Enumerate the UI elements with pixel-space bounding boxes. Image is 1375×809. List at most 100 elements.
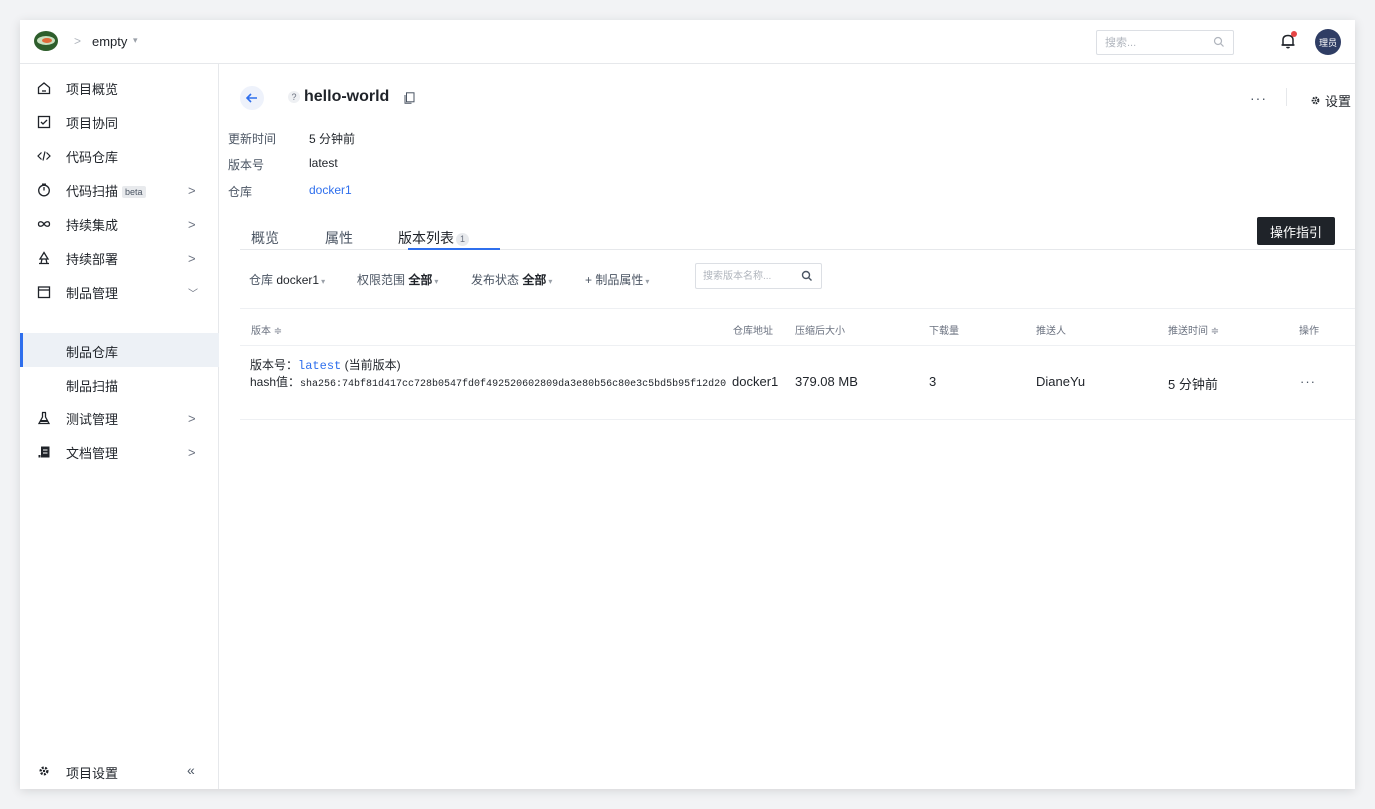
sidebar-item-label: 代码仓库 (66, 149, 119, 165)
operation-guide-button[interactable]: 操作指引 (1257, 217, 1335, 245)
sidebar-item-ci[interactable]: 持续集成 > (20, 207, 219, 241)
sidebar-item-artifacts[interactable]: 制品管理 ﹀ (20, 275, 219, 309)
app-window: > empty ▾ 理员 项目概览 项目协同 代码仓库 (20, 20, 1355, 789)
version-value: latest (309, 156, 338, 170)
column-header-push-time[interactable]: 推送时间 ≑ (1168, 322, 1219, 337)
tab-versions[interactable]: 版本列表 1 (398, 228, 469, 248)
chevron-down-icon: ▾ (321, 277, 326, 286)
version-label: 版本号 (228, 158, 265, 172)
sidebar: 项目概览 项目协同 代码仓库 代码扫描 beta > 持续集成 > 持续部署 > … (20, 64, 219, 789)
sidebar-item-code-repo[interactable]: 代码仓库 (20, 139, 219, 173)
pusher-cell: DianeYu (1036, 374, 1086, 389)
push-time-cell: 5 分钟前 (1168, 377, 1218, 392)
repo-label: 仓库 (228, 185, 253, 199)
sidebar-item-label: 代码扫描 beta (66, 181, 146, 200)
top-bar: > empty ▾ 理员 (20, 20, 1355, 64)
chevron-right-icon: > (188, 410, 196, 426)
flask-icon (37, 411, 51, 425)
home-icon (37, 82, 51, 95)
beta-badge: beta (122, 185, 146, 198)
tab-bar: 概览 属性 版本列表 1 (240, 224, 1355, 250)
gear-icon (39, 766, 49, 776)
repo-link[interactable]: docker1 (309, 183, 352, 197)
filter-repo[interactable]: 仓库 docker1 ▾ (249, 271, 325, 288)
copy-icon[interactable] (404, 92, 415, 104)
sidebar-item-docs[interactable]: 文档管理 > (20, 435, 219, 469)
sidebar-item-collaboration[interactable]: 项目协同 (20, 105, 219, 139)
global-search[interactable] (1096, 30, 1234, 55)
updated-time-label: 更新时间 (228, 132, 277, 146)
sidebar-item-testing[interactable]: 测试管理 > (20, 401, 219, 435)
infinity-icon (37, 221, 51, 227)
chevron-right-icon: > (188, 216, 196, 232)
downloads-cell: 3 (929, 374, 937, 389)
tab-attributes[interactable]: 属性 (325, 228, 353, 248)
column-header-version[interactable]: 版本 ≑ (251, 322, 282, 337)
version-cell: 版本号：latest (当前版本) (250, 358, 401, 373)
sidebar-item-code-scan[interactable]: 代码扫描 beta > (20, 173, 219, 207)
chevron-down-icon: ▾ (434, 277, 439, 286)
gear-icon (1311, 96, 1320, 105)
code-icon (37, 151, 51, 161)
sidebar-item-label: 制品管理 (66, 285, 119, 301)
chevron-down-icon: ▾ (645, 277, 650, 286)
filter-artifact-attributes[interactable]: + 制品属性 ▾ (585, 271, 649, 288)
more-actions-button[interactable]: ··· (1250, 90, 1267, 106)
sidebar-item-label: 测试管理 (66, 411, 119, 427)
filter-scope[interactable]: 权限范围 全部 ▾ (357, 271, 438, 288)
repo-address-link[interactable]: docker1 (732, 374, 778, 389)
settings-label: 设置 (1325, 94, 1352, 109)
chevron-down-icon: ﹀ (188, 288, 198, 300)
chevron-right-icon: > (188, 182, 196, 198)
sidebar-item-label: 制品仓库 (66, 345, 119, 360)
version-link[interactable]: latest (298, 359, 341, 373)
sidebar-item-artifact-scan[interactable]: 制品扫描 (20, 367, 219, 401)
project-switcher[interactable]: empty (92, 34, 127, 49)
project-logo-icon[interactable] (34, 31, 58, 51)
sidebar-item-label: 项目协同 (66, 115, 119, 131)
sidebar-item-label: 持续部署 (66, 251, 119, 267)
version-search[interactable] (695, 263, 822, 289)
hash-cell: hash值：sha256:74bf81d417cc728b0547fd0f492… (250, 375, 727, 390)
user-avatar[interactable]: 理员 (1315, 29, 1341, 55)
sidebar-item-label: 项目概览 (66, 81, 119, 97)
back-button[interactable] (240, 86, 264, 110)
global-search-input[interactable] (1097, 31, 1207, 54)
sidebar-item-project-settings[interactable]: 项目设置 « (20, 754, 219, 788)
tab-overview[interactable]: 概览 (251, 228, 279, 248)
question-icon[interactable]: ? (288, 91, 300, 103)
chevron-down-icon[interactable]: ▾ (133, 35, 138, 46)
collapse-sidebar-button[interactable]: « (187, 762, 195, 778)
checkbox-icon (37, 115, 51, 129)
search-icon[interactable] (801, 270, 813, 282)
sidebar-item-label: 文档管理 (66, 445, 119, 461)
divider (1286, 88, 1287, 106)
column-header-actions: 操作 (1299, 326, 1319, 337)
sidebar-item-label: 项目设置 (66, 766, 119, 781)
arrow-left-icon (246, 93, 257, 103)
table-header: 版本 ≑ 仓库地址 压缩后大小 下载量 推送人 推送时间 ≑ 操作 (240, 308, 1355, 346)
notification-dot (1291, 31, 1297, 37)
chevron-down-icon: ▾ (548, 277, 553, 286)
version-search-input[interactable] (696, 264, 792, 288)
main-content: ? hello-world ··· 设置 更新时间 5 分钟前 版本号 late… (220, 64, 1355, 789)
sidebar-item-overview[interactable]: 项目概览 (20, 71, 219, 105)
page-title: hello-world (304, 88, 390, 105)
box-icon (37, 286, 51, 299)
chevron-right-icon: > (188, 444, 196, 460)
size-cell: 379.08 MB (795, 374, 858, 389)
sidebar-item-cd[interactable]: 持续部署 > (20, 241, 219, 275)
sidebar-item-label: 持续集成 (66, 217, 119, 233)
updated-time-value: 5 分钟前 (309, 132, 356, 146)
column-header-repo-address: 仓库地址 (733, 326, 773, 337)
search-icon[interactable] (1213, 36, 1225, 48)
row-more-actions-button[interactable]: ··· (1300, 374, 1316, 389)
sidebar-item-artifact-repo[interactable]: 制品仓库 (20, 333, 219, 367)
doc-icon (38, 446, 50, 458)
chevron-right-icon: > (188, 250, 196, 266)
deploy-icon (38, 251, 50, 265)
filter-publish-status[interactable]: 发布状态 全部 ▾ (471, 271, 552, 288)
table-row: 版本号：latest (当前版本) hash值：sha256:74bf81d41… (240, 346, 1355, 420)
settings-button[interactable]: 设置 (1310, 91, 1351, 110)
column-header-size: 压缩后大小 (795, 326, 845, 337)
